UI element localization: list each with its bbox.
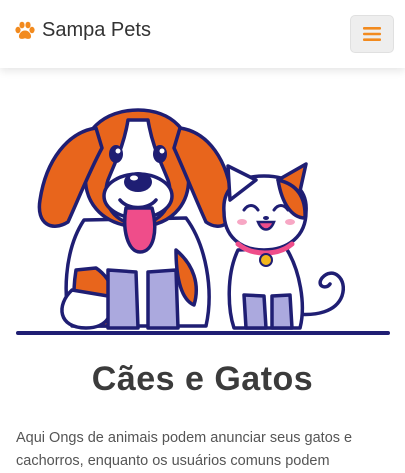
menu-toggle-button[interactable] bbox=[350, 15, 394, 53]
hamburger-menu-icon bbox=[363, 27, 381, 41]
hero-image bbox=[16, 100, 390, 338]
page-title: Cães e Gatos bbox=[91, 360, 314, 398]
page-description: Aqui Ongs de animais podem anunciar seus… bbox=[16, 430, 353, 469]
navbar: Sampa Pets bbox=[0, 0, 405, 68]
brand-link[interactable]: Sampa Pets bbox=[14, 19, 151, 42]
paw-icon bbox=[15, 21, 35, 39]
dog-and-cat-illustration bbox=[16, 108, 390, 335]
brand-name: Sampa Pets bbox=[42, 19, 151, 41]
